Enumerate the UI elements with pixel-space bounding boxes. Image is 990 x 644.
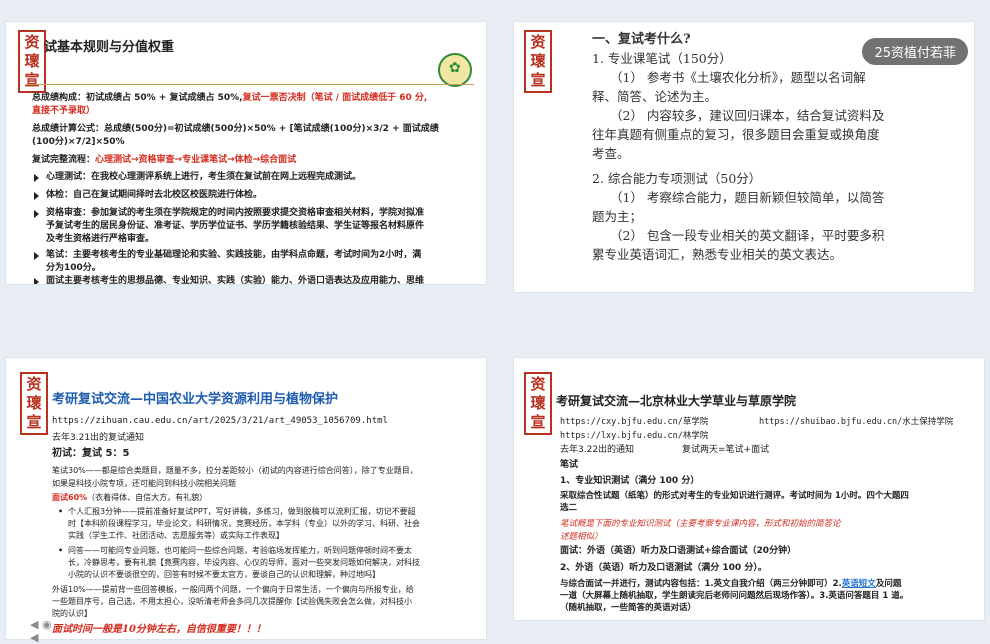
author-badge: 25资植付若菲 (862, 38, 968, 65)
stamp-seal: 资瓌宣 (20, 372, 48, 435)
content-line: 考查。 (592, 146, 630, 161)
handwritten-note-1: 面试时间一般是10分钟左右，自信很重要！！！ (52, 624, 266, 635)
written-desc: 笔试30%——都是综合类题目，题量不多，拉分差距较小（初试的内容进行综合问答），… (52, 466, 418, 475)
item-interview-1: 面试主要考核考生的思想品德、专业知识、实践（实验）能力、外语口语表达及应用能力、… (46, 276, 425, 284)
foreign-lang-2: 一些题目序号，自己选，不用太担心，没听清老师会多问几次提醒你【试验偶失败会怎么做… (52, 597, 412, 606)
stamp-seal: 资瓌宣 (524, 30, 552, 93)
bullet-arrow-icon (34, 174, 39, 182)
url-grass[interactable]: https://cxy.bjfu.edu.cn/草学院 (560, 416, 708, 429)
content-line: 1. 专业课笔试（150分） (592, 51, 732, 66)
item-qualify-2: 予复试考生的居民身份证、准考证、学历学位证书、学历学籍核验结果、学生证等报名材料… (46, 221, 425, 231)
bullet-arrow-icon (34, 252, 39, 260)
foreign-desc-3: （随机抽取，一些简答的英语对话） (560, 603, 697, 613)
url-soil[interactable]: https://shuibao.bjfu.edu.cn/水土保持学院 (759, 416, 953, 429)
qa-tip-3: 小院的认识不要谈很空的，回答有时候不要太官方，要谈自己的认识和理解，种过地吗】 (68, 570, 380, 579)
formula-line-2: (100分)×7/2]×50% (32, 137, 125, 147)
slide-title: 考研复试交流—北京林业大学草业与草原学院 (556, 394, 797, 408)
written-desc-1: 采取综合性试题（纸笔）的形式对考生的专业知识进行测评。考试时间为 1小时。四个大… (560, 491, 909, 501)
written-section: 1、专业知识测试（满分 100 分） (560, 476, 700, 486)
bullet-dot-icon: • (58, 507, 64, 516)
item-written-2: 分为100分。 (46, 263, 101, 273)
content-line: （1） 参考书《土壤农化分析》，题型以名词解 (610, 70, 866, 85)
title-divider (26, 84, 474, 85)
score-composition: 总成绩构成：初试成绩占 50% + 复试成绩占 50%,复试一票否决制（笔试 /… (32, 93, 428, 103)
notice-text: 去年3.21出的复试通知 (52, 433, 145, 443)
content-line: （2） 包含一段专业相关的英文翻译，平时要多积 (610, 228, 885, 243)
item-physical: 体检：自己在复试期间择时去北校区校医院进行体检。 (46, 190, 263, 200)
content-line: 2. 综合能力专项测试（50分） (592, 171, 762, 186)
section-heading: 一、复试考什么? (592, 32, 691, 47)
bullet-arrow-icon (34, 192, 39, 200)
content-line: 往年真题有侧重点的复习，很多题目会重复或换角度 (592, 127, 880, 142)
bullet-arrow-icon (34, 278, 39, 284)
content-line: （1） 考察综合能力，题目新颖但较简单，以简答 (610, 190, 885, 205)
interview-weight: 面试60%（衣着得体、自信大方，有礼貌） (52, 493, 208, 502)
notice-days: 复试两天=笔试+面试 (682, 445, 770, 455)
content-line: 题为主； (592, 209, 643, 224)
item-written-1: 笔试：主要考核考生的专业基础理论和实验、实践技能，由学科点命题，考试时间为2小时… (46, 250, 422, 260)
foreign-lang-3: 院的认识】 (52, 609, 92, 618)
bullet-dot-icon: • (58, 546, 64, 555)
slide-title: 试基本规则与分值权重 (44, 40, 175, 55)
score-composition-note: 直接不予录取） (32, 106, 96, 116)
foreign-section: 2、外语（英语）听力及口语测试（满分 100 分）。 (560, 563, 767, 573)
handwritten-note: 笔试概是下面的专业知识测试（主要考察专业课内容，形式和初始的简答论 (560, 519, 841, 529)
media-controls-icon[interactable]: ◀ ◉ ◀ (30, 618, 52, 644)
formula-line-1: 总成绩计算公式：总成绩(500分)=初试成绩(500分)×50% + [笔试成绩… (32, 124, 439, 134)
source-url[interactable]: https://zihuan.cau.edu.cn/art/2025/3/21/… (52, 415, 388, 428)
handwritten-note-2: 述题相似） (560, 532, 603, 542)
stamp-seal: 资瓌宣 (524, 372, 552, 435)
content-line: 释、简答、论述为主。 (592, 89, 718, 104)
written-desc-2: 选二 (560, 503, 578, 513)
slide-title: 考研复试交流—中国农业大学资源利用与植物保护 (52, 392, 339, 407)
content-line: （2） 内容较多，建议回归课本，结合复试资料及 (610, 108, 885, 123)
content-line: 累专业英语词汇，熟悉专业相关的英文表达。 (592, 247, 843, 262)
leaf-emblem-icon: ✿ (438, 53, 472, 87)
bullet-arrow-icon (34, 210, 39, 218)
presentation-tip-3: 实践（学生工作、社团活动、志愿服务等）或实际工作表现】 (68, 531, 284, 540)
item-psych: 心理测试：在我校心理测评系统上进行，考生须在复试前在网上远程完成测试。 (46, 172, 362, 182)
slide-card-rules[interactable]: 资瓌宣 试基本规则与分值权重 ✿ 总成绩构成：初试成绩占 50% + 复试成绩占… (6, 22, 486, 284)
url-forest[interactable]: https://lxy.bjfu.edu.cn/林学院 (560, 430, 708, 443)
item-qualify-1: 资格审查：参加复试的考生须在学院规定的时间内按照要求提交资格审查相关材料，学院对… (46, 208, 425, 218)
slide-card-bjfu[interactable]: 资瓌宣 考研复试交流—北京林业大学草业与草原学院 https://cxy.bjf… (514, 358, 984, 620)
interview-section: 面试：外语（英语）听力及口语测试+综合面试（20分钟） (560, 546, 797, 556)
written-desc-2: 如果是科技小院专项，还可能问到科技小院相关问题 (52, 479, 236, 488)
notice-text: 去年3.22出的通知 (560, 445, 635, 455)
score-ratio: 初试：复试 5：5 (52, 448, 130, 459)
written-label: 笔试 (560, 460, 579, 470)
slide-card-cau[interactable]: 资瓌宣 考研复试交流—中国农业大学资源利用与植物保护 https://zihua… (6, 358, 486, 639)
item-qualify-3: 及考生资格进行严格审查。 (46, 234, 155, 244)
process-line: 复试完整流程：心理测试→资格审查→专业课笔试→体检→综合面试 (32, 155, 297, 165)
